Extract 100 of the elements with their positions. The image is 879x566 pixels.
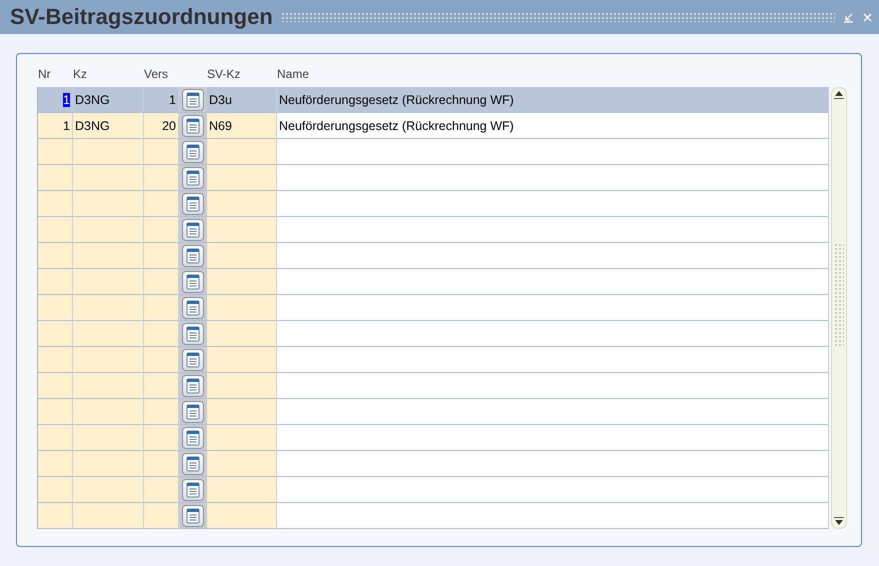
details-button[interactable] — [182, 88, 204, 110]
table-cell — [73, 425, 144, 451]
table-cell — [73, 321, 144, 347]
table-cell — [207, 217, 277, 243]
details-button[interactable] — [182, 374, 204, 396]
table-cell — [144, 295, 179, 321]
table-cell — [73, 217, 144, 243]
document-icon — [185, 222, 201, 238]
document-icon — [185, 170, 201, 186]
table-cell — [38, 373, 73, 399]
details-button[interactable] — [182, 114, 204, 136]
table-cell — [38, 269, 73, 295]
table-cell — [38, 321, 73, 347]
table-cell — [144, 373, 179, 399]
table-cell — [38, 399, 73, 425]
table-cell — [38, 243, 73, 269]
table-cell: N69 — [207, 113, 277, 139]
table-cell — [144, 399, 179, 425]
table-cell — [73, 165, 144, 191]
table-cell — [144, 321, 179, 347]
table-cell: Neuförderungsgesetz (Rückrechnung WF) — [277, 113, 829, 139]
table-cell — [144, 165, 179, 191]
document-icon — [185, 92, 201, 108]
table-cell — [144, 347, 179, 373]
table-cell: Neuförderungsgesetz (Rückrechnung WF) — [277, 87, 829, 113]
table-cell — [73, 269, 144, 295]
table-cell — [207, 477, 277, 503]
document-icon — [185, 482, 201, 498]
details-button[interactable] — [182, 244, 204, 266]
table-cell — [207, 399, 277, 425]
table-cell — [73, 399, 144, 425]
table-cell — [207, 425, 277, 451]
column-header: Vers — [143, 67, 170, 81]
column-header: SV-Kz — [206, 67, 242, 81]
table-cell: 1 — [38, 87, 73, 113]
scroll-grip[interactable] — [834, 243, 844, 348]
table-cell: 1 — [38, 113, 73, 139]
table-cell: D3NG — [73, 113, 144, 139]
table-cell — [207, 295, 277, 321]
document-icon — [185, 118, 201, 134]
table-cell — [73, 191, 144, 217]
table-cell — [144, 269, 179, 295]
details-button[interactable] — [182, 452, 204, 474]
document-icon — [185, 196, 201, 212]
details-button[interactable] — [182, 166, 204, 188]
details-button[interactable] — [182, 322, 204, 344]
table-cell — [144, 425, 179, 451]
table-cell — [38, 451, 73, 477]
table-row[interactable]: 1 D3NG 1 D3u Neuförderungsgesetz (Rückrechnung WF) — [38, 87, 829, 113]
details-button[interactable] — [182, 140, 204, 162]
document-icon — [185, 456, 201, 472]
table-cell — [207, 139, 277, 165]
details-button[interactable] — [182, 348, 204, 370]
document-icon — [185, 326, 201, 342]
table-cell — [73, 503, 144, 529]
details-button[interactable] — [182, 504, 204, 526]
document-icon — [185, 352, 201, 368]
close-icon[interactable] — [862, 12, 873, 22]
table-cell — [144, 139, 179, 165]
table-cell — [207, 321, 277, 347]
table-cell — [207, 347, 277, 373]
details-button[interactable] — [182, 218, 204, 240]
table-cell — [144, 191, 179, 217]
table-cell — [73, 139, 144, 165]
document-icon — [185, 404, 201, 420]
table-cell — [73, 295, 144, 321]
details-button[interactable] — [182, 426, 204, 448]
table-cell: D3NG — [73, 87, 144, 113]
table-cell — [73, 451, 144, 477]
table-cell — [73, 347, 144, 373]
document-icon — [185, 300, 201, 316]
table-cell — [207, 451, 277, 477]
column-header: Name — [276, 67, 310, 81]
column-header: Nr — [37, 67, 52, 81]
details-button[interactable] — [182, 400, 204, 422]
table-cell — [207, 191, 277, 217]
table-cell — [144, 451, 179, 477]
table-cell — [144, 243, 179, 269]
table-cell: 1 — [144, 87, 179, 113]
column-header: Kz — [72, 67, 88, 81]
scrollbar[interactable] — [831, 87, 847, 529]
table-cell — [207, 165, 277, 191]
table-cell — [207, 373, 277, 399]
table-cell — [38, 295, 73, 321]
document-icon — [185, 508, 201, 524]
minimize-icon[interactable] — [843, 12, 854, 22]
table-cell: 20 — [144, 113, 179, 139]
details-button[interactable] — [182, 296, 204, 318]
table-cell — [38, 191, 73, 217]
table-cell — [38, 165, 73, 191]
details-button[interactable] — [182, 192, 204, 214]
table-cell — [38, 477, 73, 503]
table-row[interactable]: 1 D3NG 20 N69 Neuförderungsgesetz (Rückrechnung WF) — [38, 113, 829, 139]
details-button[interactable] — [182, 270, 204, 292]
table-cell — [38, 425, 73, 451]
table-cell — [73, 477, 144, 503]
table-cell — [207, 269, 277, 295]
details-button[interactable] — [182, 478, 204, 500]
table-cell — [73, 243, 144, 269]
document-icon — [185, 378, 201, 394]
